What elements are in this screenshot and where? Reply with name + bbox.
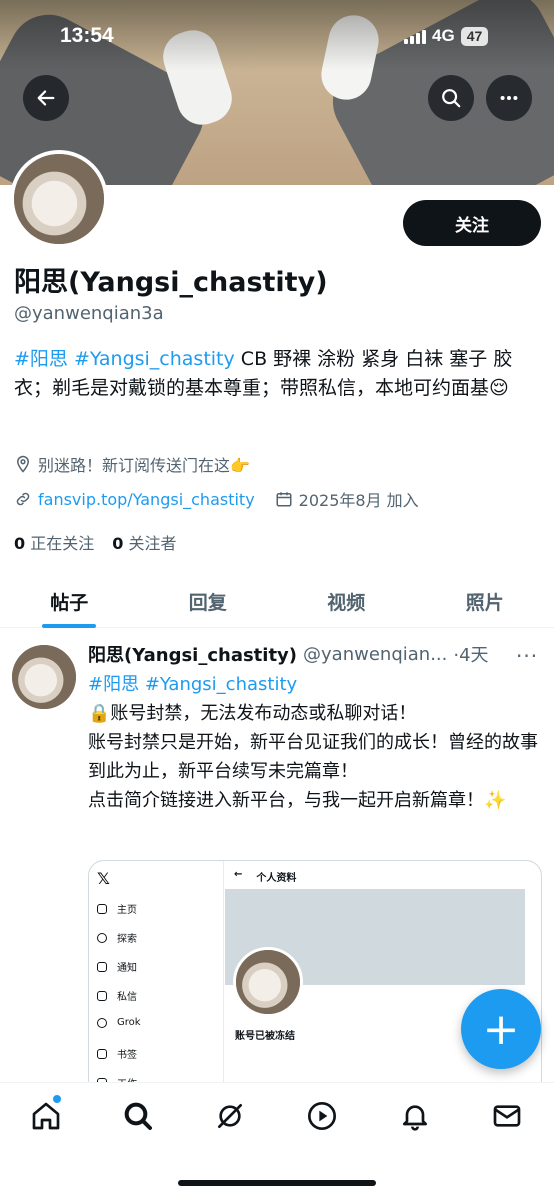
profile-website-row: fansvip.top/Yangsi_chastity 2025年8月 加入 bbox=[14, 487, 419, 511]
home-icon[interactable] bbox=[29, 1099, 63, 1133]
profile-location: 别迷路！新订阅传送门在这👉 bbox=[14, 452, 250, 476]
more-button[interactable] bbox=[486, 75, 532, 121]
profile-handle: @yanwenqian3a bbox=[14, 303, 164, 324]
grok-icon[interactable] bbox=[213, 1099, 247, 1133]
post-time: ·4天 bbox=[453, 645, 489, 666]
notifications-icon[interactable] bbox=[398, 1099, 432, 1133]
location-icon bbox=[16, 455, 30, 473]
post-header: 阳思(Yangsi_chastity) @yanwenqian... ·4天 bbox=[88, 641, 489, 667]
post-line: 点击简介链接进入新平台，与我一起开启新篇章！✨ bbox=[88, 790, 507, 811]
search-icon[interactable] bbox=[121, 1099, 155, 1133]
post-author-name[interactable]: 阳思(Yangsi_chastity) bbox=[88, 641, 297, 667]
calendar-icon bbox=[276, 492, 292, 507]
followers-count-link[interactable]: 0 关注者 bbox=[112, 530, 176, 554]
media-menu-item: 私信 bbox=[97, 988, 137, 1003]
status-indicators: 4G 47 bbox=[404, 26, 489, 46]
profile-bio: #阳思 #Yangsi_chastity CB 野裸 涂粉 紧身 白袜 塞子 胶… bbox=[14, 345, 544, 403]
post-body: #阳思 #Yangsi_chastity 🔒账号封禁，无法发布动态或私聊对话！ … bbox=[88, 670, 538, 815]
media-frozen-text: 账号已被冻结 bbox=[235, 1031, 295, 1042]
media-menu-item: Grok bbox=[97, 1017, 141, 1028]
post-hashtag[interactable]: #阳思 bbox=[88, 674, 139, 695]
media-menu-item: 通知 bbox=[97, 959, 137, 974]
post-more-icon[interactable]: ··· bbox=[516, 644, 538, 668]
tab-photos[interactable]: 照片 bbox=[416, 575, 554, 627]
location-text: 别迷路！新订阅传送门在这👉 bbox=[38, 456, 250, 475]
media-topbar: ← 个人资料 bbox=[234, 869, 297, 884]
media-avatar bbox=[233, 947, 303, 1017]
arrow-left-icon bbox=[37, 90, 55, 106]
more-horizontal-icon bbox=[500, 95, 518, 101]
status-time: 13:54 bbox=[60, 24, 114, 47]
tab-videos[interactable]: 视频 bbox=[277, 575, 416, 627]
follow-button[interactable]: 关注 bbox=[403, 200, 541, 246]
link-icon bbox=[16, 492, 30, 506]
media-sidebar: 𝕏 主页 探索 通知 私信 Grok 书签 工作 bbox=[89, 861, 224, 1099]
signal-icon bbox=[404, 28, 426, 44]
bio-hashtag[interactable]: #阳思 bbox=[14, 348, 68, 370]
post-avatar[interactable] bbox=[12, 645, 76, 709]
x-logo-icon: 𝕏 bbox=[97, 869, 110, 888]
battery-icon: 47 bbox=[460, 26, 489, 46]
media-menu-item: 主页 bbox=[97, 901, 137, 916]
profile-website-link[interactable]: fansvip.top/Yangsi_chastity bbox=[38, 490, 255, 509]
post-line: 账号封禁只是开始，新平台见证我们的成长！曾经的故事到此为止，新平台续写未完篇章！ bbox=[88, 732, 538, 782]
profile-display-name: 阳思(Yangsi_chastity) bbox=[14, 267, 328, 298]
post-author-handle[interactable]: @yanwenqian... bbox=[303, 644, 447, 665]
profile-tabs: 帖子 回复 视频 照片 bbox=[0, 575, 554, 628]
profile-counts: 0 正在关注 0 关注者 bbox=[14, 530, 177, 554]
search-icon bbox=[442, 89, 461, 108]
media-menu-item: 探索 bbox=[97, 930, 137, 945]
post-line: 🔒账号封禁，无法发布动态或私聊对话！ bbox=[88, 703, 417, 724]
profile-joined: 2025年8月 加入 bbox=[298, 491, 419, 510]
tab-posts[interactable]: 帖子 bbox=[0, 575, 139, 627]
home-indicator bbox=[178, 1180, 376, 1186]
profile-avatar[interactable] bbox=[10, 150, 108, 248]
video-icon[interactable] bbox=[305, 1099, 339, 1133]
following-count-link[interactable]: 0 正在关注 bbox=[14, 530, 94, 554]
post-hashtag[interactable]: #Yangsi_chastity bbox=[145, 674, 297, 695]
search-button[interactable] bbox=[428, 75, 474, 121]
home-notification-dot bbox=[53, 1095, 61, 1103]
post-media-image[interactable]: 𝕏 主页 探索 通知 私信 Grok 书签 工作 ←个人资料 账号已被冻结 bbox=[88, 860, 542, 1100]
tab-replies[interactable]: 回复 bbox=[139, 575, 278, 627]
bio-hashtag[interactable]: #Yangsi_chastity bbox=[74, 348, 235, 370]
messages-icon[interactable] bbox=[490, 1099, 524, 1133]
media-menu-item: 书签 bbox=[97, 1046, 137, 1061]
back-button[interactable] bbox=[23, 75, 69, 121]
network-type: 4G bbox=[432, 26, 455, 45]
compose-button[interactable]: + bbox=[461, 989, 541, 1069]
